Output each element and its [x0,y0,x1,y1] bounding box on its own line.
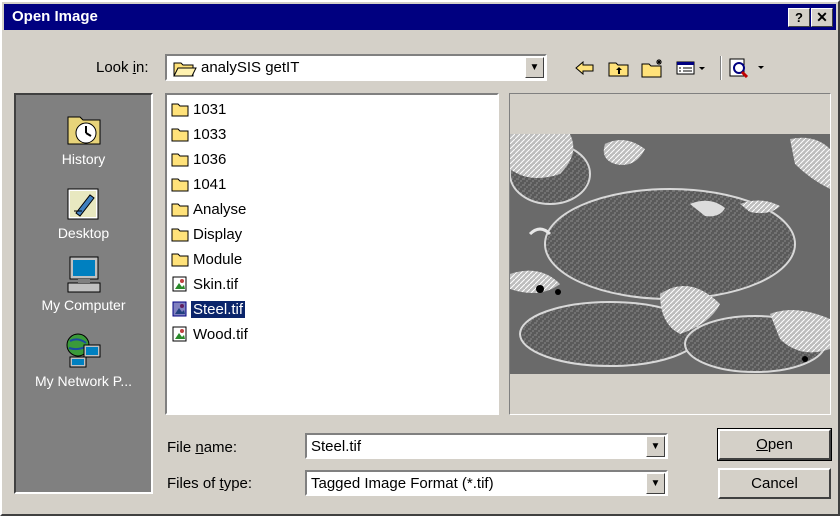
folder-icon [171,203,189,217]
open-button[interactable]: Open [717,428,832,461]
back-button[interactable] [572,56,598,80]
help-button[interactable]: ? [788,8,810,27]
place-my-network[interactable]: My Network P... [16,331,151,389]
list-item[interactable]: 1031 [171,99,228,119]
folder-icon [171,228,189,242]
chevron-down-icon: ▼ [650,441,661,452]
list-item[interactable]: Module [171,249,244,269]
chevron-down-icon: ▼ [650,478,661,489]
place-history[interactable]: History [16,109,151,167]
place-label: My Network P... [35,373,132,389]
desktop-icon [64,183,104,223]
places-bar: History Desktop My Computer My Network P… [14,93,153,494]
place-desktop[interactable]: Desktop [16,183,151,241]
window-title: Open Image [12,8,98,25]
list-item[interactable]: Analyse [171,199,248,219]
folder-icon [171,128,189,142]
file-list[interactable]: 1031 1033 1036 1041 Analyse Display Modu… [165,93,499,415]
filetype-select[interactable]: Tagged Image Format (*.tif) ▼ [305,470,668,496]
image-file-icon [172,301,187,317]
new-folder-icon [641,59,662,78]
place-label: My Computer [41,297,126,313]
my-computer-icon [64,255,104,295]
lookin-dropdown-button[interactable]: ▼ [525,57,544,78]
cancel-button[interactable]: Cancel [718,468,831,499]
list-item[interactable]: Display [171,224,244,244]
lookin-combo[interactable]: analySIS getIT ▼ [165,54,547,81]
filetype-dropdown-button[interactable]: ▼ [646,473,665,494]
close-button[interactable]: ✕ [811,8,833,27]
folder-icon [171,153,189,167]
list-item[interactable]: Skin.tif [171,274,240,294]
open-folder-icon [173,60,197,80]
filename-label: File name: [167,439,238,456]
view-menu-button[interactable] [674,56,712,80]
folder-icon [171,253,189,267]
list-item[interactable]: 1033 [171,124,228,144]
list-item-selected[interactable]: Steel.tif [171,299,247,319]
lookin-label: Look in: [96,59,149,76]
chevron-down-icon: ▼ [529,62,540,73]
back-arrow-icon [575,61,594,75]
folder-icon [171,103,189,117]
image-file-icon [172,326,187,342]
up-one-level-button[interactable] [606,56,632,80]
history-icon [64,109,104,149]
new-folder-button[interactable] [640,56,666,80]
open-image-dialog: Open Image ? ✕ Look in: analySIS getIT ▼ [0,0,840,516]
image-file-icon [172,276,187,292]
toolbar-separator [720,56,722,80]
list-item[interactable]: 1036 [171,149,228,169]
title-bar[interactable]: Open Image ? ✕ [4,4,836,30]
tools-button[interactable] [726,56,770,80]
place-my-computer[interactable]: My Computer [16,255,151,313]
folder-icon [171,178,189,192]
filetype-value: Tagged Image Format (*.tif) [311,475,494,492]
up-folder-icon [608,62,629,77]
lookin-value: analySIS getIT [201,59,300,76]
list-item[interactable]: 1041 [171,174,228,194]
image-preview [509,93,831,415]
tools-icon [729,58,764,78]
steel-micrograph-image [510,134,830,374]
filename-value: Steel.tif [311,438,362,455]
filetype-label: Files of type: [167,475,253,492]
place-label: History [61,151,106,167]
network-places-icon [64,331,104,371]
list-item[interactable]: Wood.tif [171,324,250,344]
filename-input[interactable]: Steel.tif ▼ [305,433,668,459]
place-label: Desktop [57,225,110,241]
view-menu-icon [676,61,705,75]
filename-dropdown-button[interactable]: ▼ [646,436,665,457]
